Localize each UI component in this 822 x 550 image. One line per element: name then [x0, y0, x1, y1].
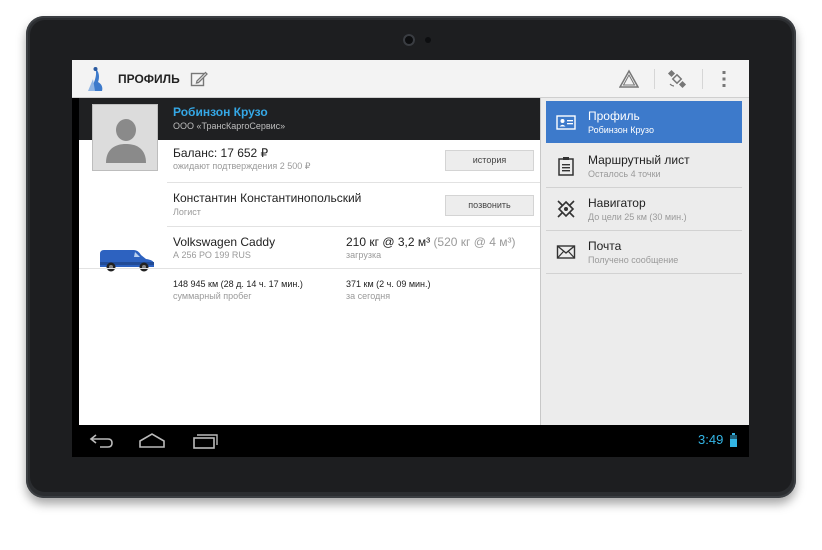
light-sensor	[425, 37, 431, 43]
logist-role: Логист	[173, 207, 201, 217]
company-name: ООО «ТрансКаргоСервис»	[173, 121, 286, 131]
profile-name: Робинзон Крузо	[173, 105, 268, 119]
nav-item-subtitle: Робинзон Крузо	[588, 125, 654, 135]
nav-item-subtitle: Получено сообщение	[588, 255, 679, 265]
overflow-menu-icon[interactable]	[714, 69, 734, 89]
screen: ПРОФИЛЬ Робинзон Крузо ООО «ТрансКаргоСе…	[72, 60, 749, 457]
warning-icon[interactable]	[619, 69, 639, 89]
vehicle-plate: А 256 РО 199 RUS	[173, 250, 251, 260]
app-logo-icon[interactable]	[84, 65, 108, 93]
row-divider	[79, 268, 540, 269]
history-button[interactable]: история	[445, 150, 534, 171]
page-title: ПРОФИЛЬ	[118, 72, 180, 86]
nav-item-route-sheet[interactable]: Маршрутный лист Осталось 4 точки	[546, 145, 742, 187]
row-divider	[167, 182, 540, 183]
envelope-icon	[556, 245, 576, 259]
gps-target-icon	[557, 200, 575, 218]
profile-card-icon	[556, 115, 576, 130]
battery-icon	[730, 433, 737, 447]
nav-item-subtitle: Осталось 4 точки	[588, 169, 661, 179]
clipboard-icon	[558, 157, 574, 176]
balance-pending: ожидают подтверждения 2 500 ₽	[173, 161, 311, 171]
total-mileage: 148 945 км (28 д. 14 ч. 17 мин.)	[173, 279, 303, 289]
nav-item-subtitle: До цели 25 км (30 мин.)	[588, 212, 687, 222]
action-separator	[654, 69, 655, 89]
nav-item-label: Почта	[588, 239, 622, 253]
navigation-pane: Профиль Робинзон Крузо Маршрутный лист О…	[541, 98, 749, 425]
nav-item-label: Навигатор	[588, 196, 646, 210]
avatar[interactable]	[92, 104, 158, 171]
satellite-icon[interactable]	[667, 69, 687, 89]
load-max: (520 кг @ 4 м³)	[433, 235, 516, 249]
clock: 3:49	[698, 432, 724, 447]
vehicle-load: 210 кг @ 3,2 м³ (520 кг @ 4 м³)	[346, 235, 516, 249]
action-separator	[702, 69, 703, 89]
home-icon[interactable]	[137, 432, 167, 450]
row-divider	[167, 226, 540, 227]
total-mileage-label: суммарный пробег	[173, 291, 252, 301]
system-bar: 3:49	[72, 425, 749, 457]
nav-separator	[546, 273, 742, 274]
today-mileage: 371 км (2 ч. 09 мин.)	[346, 279, 431, 289]
recent-apps-icon[interactable]	[190, 432, 220, 450]
action-bar: ПРОФИЛЬ	[72, 60, 749, 98]
vehicle-model: Volkswagen Caddy	[173, 235, 276, 249]
profile-pane: Робинзон Крузо ООО «ТрансКаргоСервис» Ба…	[79, 98, 540, 425]
load-current: 210 кг @ 3,2 м³	[346, 235, 431, 249]
nav-item-label: Маршрутный лист	[588, 153, 690, 167]
person-silhouette-icon	[106, 119, 146, 163]
balance: Баланс: 17 652 ₽	[173, 146, 269, 160]
load-label: загрузка	[346, 250, 382, 260]
today-mileage-label: за сегодня	[346, 291, 391, 301]
camera	[403, 34, 415, 46]
edit-icon[interactable]	[190, 70, 208, 88]
back-icon[interactable]	[86, 432, 116, 450]
nav-item-navigator[interactable]: Навигатор До цели 25 км (30 мин.)	[546, 188, 742, 230]
nav-item-mail[interactable]: Почта Получено сообщение	[546, 231, 742, 273]
nav-item-label: Профиль	[588, 109, 640, 123]
logist-name: Константин Константинопольский	[173, 191, 362, 205]
nav-item-profile[interactable]: Профиль Робинзон Крузо	[546, 101, 742, 143]
call-button[interactable]: позвонить	[445, 195, 534, 216]
